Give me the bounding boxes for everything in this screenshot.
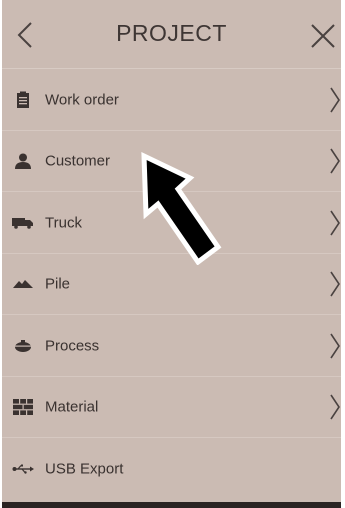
menu-list: Work order Customer Truck Pile Process M… bbox=[2, 69, 341, 500]
menu-item-material[interactable]: Material bbox=[2, 377, 341, 438]
truck-icon bbox=[12, 213, 34, 233]
menu-item-process[interactable]: Process bbox=[2, 315, 341, 377]
chevron-right-icon bbox=[330, 87, 340, 113]
chevron-right-icon bbox=[330, 148, 340, 174]
chevron-right-icon bbox=[330, 210, 340, 236]
bottom-bar bbox=[2, 502, 341, 508]
menu-item-label: Pile bbox=[45, 275, 71, 293]
person-icon bbox=[12, 151, 34, 171]
usb-icon bbox=[12, 459, 34, 479]
process-icon bbox=[12, 336, 34, 356]
chevron-right-icon bbox=[330, 271, 340, 297]
menu-item-label: Material bbox=[45, 398, 99, 416]
pointer-arrow-annotation bbox=[141, 151, 222, 265]
close-icon[interactable] bbox=[309, 22, 337, 50]
menu-item-label: Process bbox=[45, 337, 100, 355]
menu-item-label: Truck bbox=[45, 214, 82, 232]
chevron-right-icon bbox=[330, 394, 340, 420]
menu-item-label: Customer bbox=[45, 152, 111, 170]
menu-item-label: Work order bbox=[45, 91, 119, 109]
menu-item-work-order[interactable]: Work order bbox=[2, 69, 341, 131]
clipboard-icon bbox=[12, 90, 34, 110]
material-icon bbox=[12, 397, 34, 417]
chevron-right-icon bbox=[330, 333, 340, 359]
project-menu-screen: PROJECT Work order Customer Truck Pile P… bbox=[2, 0, 341, 502]
menu-item-label: USB Export bbox=[45, 460, 124, 478]
menu-item-usb-export[interactable]: USB Export bbox=[2, 438, 341, 500]
page-title: PROJECT bbox=[116, 20, 227, 46]
header: PROJECT bbox=[2, 0, 341, 68]
pile-icon bbox=[12, 274, 34, 294]
